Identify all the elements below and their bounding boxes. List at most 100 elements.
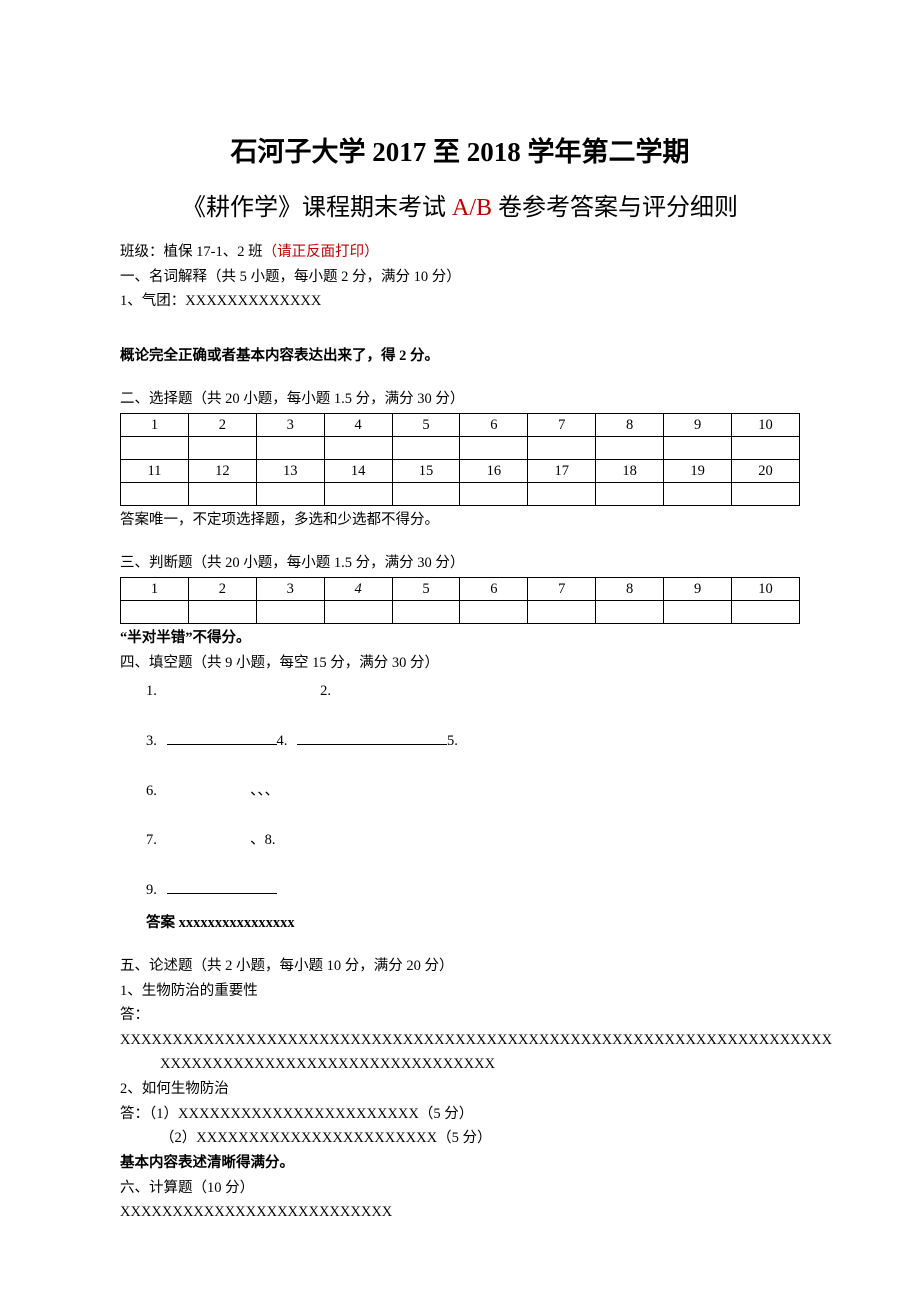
- table-cell: [528, 483, 596, 506]
- table-cell: [188, 437, 256, 460]
- fill-num-1: 1.: [146, 683, 157, 699]
- table-cell: [121, 483, 189, 506]
- table-cell: [392, 601, 460, 624]
- section5-a2-line2: （2）XXXXXXXXXXXXXXXXXXXXXXX（5 分）: [120, 1126, 800, 1151]
- section2-note: 答案唯一，不定项选择题，多选和少选都不得分。: [120, 508, 800, 533]
- table-cell: 7: [528, 414, 596, 437]
- fill-row-3-5: 3. 4. 5.: [146, 726, 800, 758]
- section3-table: 1 2 3 4 5 6 7 8 9 10: [120, 577, 800, 624]
- table-cell: 10: [732, 414, 800, 437]
- table-cell: [664, 483, 732, 506]
- table-cell: 5: [392, 578, 460, 601]
- section3-heading: 三、判断题（共 20 小题，每小题 1.5 分，满分 30 分）: [120, 551, 800, 576]
- table-cell: 3: [256, 414, 324, 437]
- table-cell: 6: [460, 414, 528, 437]
- fill-num-4: 4.: [277, 733, 292, 749]
- page: 石河子大学 2017 至 2018 学年第二学期 《耕作学》课程期末考试 A/B…: [0, 0, 920, 1305]
- fill-num-3: 3.: [146, 733, 161, 749]
- table-cell: 9: [664, 578, 732, 601]
- table-cell: [596, 483, 664, 506]
- table-cell: 9: [664, 414, 732, 437]
- table-cell: 15: [392, 460, 460, 483]
- section5-q1: 1、生物防治的重要性: [120, 979, 800, 1004]
- table-row: [121, 437, 800, 460]
- blank-line: [297, 729, 447, 745]
- table-cell: [732, 483, 800, 506]
- table-cell: [392, 437, 460, 460]
- section2-table: 1 2 3 4 5 6 7 8 9 10 11 12 13 14: [120, 413, 800, 506]
- section5-heading: 五、论述题（共 2 小题，每小题 10 分，满分 20 分）: [120, 954, 800, 979]
- fill-row-7-8: 7. 、8.: [146, 825, 800, 857]
- table-row: 1 2 3 4 5 6 7 8 9 10: [121, 414, 800, 437]
- table-cell: [121, 437, 189, 460]
- section4-heading: 四、填空题（共 9 小题，每空 15 分，满分 30 分）: [120, 651, 800, 676]
- print-note: （请正反面打印）: [263, 244, 379, 260]
- section2-heading: 二、选择题（共 20 小题，每小题 1.5 分，满分 30 分）: [120, 387, 800, 412]
- table-cell: 10: [732, 578, 800, 601]
- table-cell: 8: [596, 414, 664, 437]
- table-cell: 5: [392, 414, 460, 437]
- table-cell: 1: [121, 414, 189, 437]
- table-cell: 3: [256, 578, 324, 601]
- table-cell: 14: [324, 460, 392, 483]
- section6-body: XXXXXXXXXXXXXXXXXXXXXXXXXX: [120, 1200, 800, 1225]
- table-cell: 12: [188, 460, 256, 483]
- table-row: 1 2 3 4 5 6 7 8 9 10: [121, 578, 800, 601]
- table-cell: [664, 601, 732, 624]
- blank-line: [167, 879, 277, 895]
- section3-note: “半对半错”不得分。: [120, 626, 800, 651]
- section5-note: 基本内容表述清晰得满分。: [120, 1151, 800, 1176]
- section1-heading: 一、名词解释（共 5 小题，每小题 2 分，满分 10 分）: [120, 265, 800, 290]
- table-cell: [256, 437, 324, 460]
- table-cell: [121, 601, 189, 624]
- fill-row-9: 9.: [146, 875, 800, 907]
- subtitle-pre: 《耕作学》课程期末考试: [182, 195, 452, 221]
- section5-a1-line1: 答：XXXXXXXXXXXXXXXXXXXXXXXXXXXXXXXXXXXXXX…: [120, 1003, 800, 1052]
- fill-num-5: 5.: [447, 733, 458, 749]
- class-text: 班级：植保 17-1、2 班: [120, 244, 263, 260]
- table-cell: [188, 601, 256, 624]
- main-title: 石河子大学 2017 至 2018 学年第二学期: [120, 130, 800, 169]
- table-cell: [324, 601, 392, 624]
- table-cell: 4: [324, 578, 392, 601]
- table-cell: [732, 601, 800, 624]
- fill-num-9: 9.: [146, 882, 161, 898]
- table-cell: [528, 437, 596, 460]
- table-cell: 2: [188, 414, 256, 437]
- table-cell: 19: [664, 460, 732, 483]
- table-row: [121, 483, 800, 506]
- table-cell: 13: [256, 460, 324, 483]
- table-cell: [664, 437, 732, 460]
- section5-q2: 2、如何生物防治: [120, 1077, 800, 1102]
- section4-answer: 答案 xxxxxxxxxxxxxxxx: [146, 911, 800, 936]
- section5-a2-line1: 答：（1）XXXXXXXXXXXXXXXXXXXXXXX（5 分）: [120, 1102, 800, 1127]
- table-cell: [460, 483, 528, 506]
- table-cell: [324, 437, 392, 460]
- fill-num-6: 6.: [146, 783, 157, 799]
- table-cell: [732, 437, 800, 460]
- subtitle-post: 卷参考答案与评分细则: [492, 195, 738, 221]
- table-cell: [596, 601, 664, 624]
- subtitle-ab: A/B: [452, 195, 492, 221]
- table-cell: [392, 483, 460, 506]
- section1-item1: 1、气团：XXXXXXXXXXXXX: [120, 289, 800, 314]
- table-cell: 1: [121, 578, 189, 601]
- table-cell: 7: [528, 578, 596, 601]
- blank-line: [167, 729, 277, 745]
- table-cell: 11: [121, 460, 189, 483]
- table-cell: [596, 437, 664, 460]
- table-cell: [460, 437, 528, 460]
- class-line: 班级：植保 17-1、2 班（请正反面打印）: [120, 240, 800, 265]
- table-cell: 2: [188, 578, 256, 601]
- table-cell: [256, 601, 324, 624]
- section6-heading: 六、计算题（10 分）: [120, 1176, 800, 1201]
- table-cell: 20: [732, 460, 800, 483]
- sub-title: 《耕作学》课程期末考试 A/B 卷参考答案与评分细则: [120, 187, 800, 222]
- fill-6-tail: 、、、: [250, 783, 279, 799]
- table-cell: [324, 483, 392, 506]
- table-cell: [188, 483, 256, 506]
- section1-note: 概论完全正确或者基本内容表达出来了，得 2 分。: [120, 344, 800, 369]
- table-cell: 8: [596, 578, 664, 601]
- table-cell: 4: [324, 414, 392, 437]
- table-row: [121, 601, 800, 624]
